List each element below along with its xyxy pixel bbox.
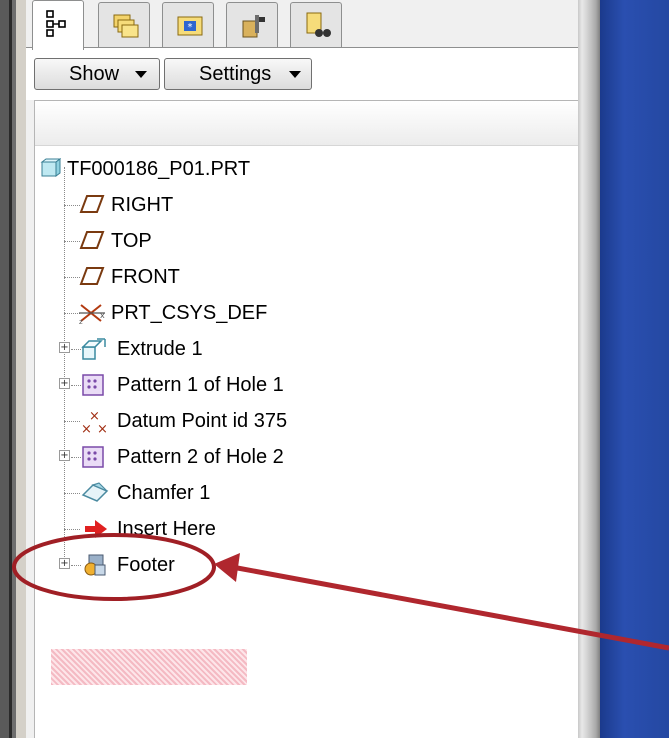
tree-item-csys[interactable]: x z PRT_CSYS_DEF — [35, 297, 435, 329]
show-button[interactable]: Show — [34, 58, 160, 90]
show-button-label: Show — [69, 63, 120, 85]
expand-icon[interactable]: + — [59, 450, 70, 461]
tree-item-insert-here[interactable]: Insert Here — [35, 513, 435, 545]
app-window: * Show Settings TF000186_P01.PRT RIGHT T… — [0, 0, 669, 738]
tree-connector — [71, 565, 81, 566]
navigator-tabs: * — [26, 0, 578, 50]
tree-item-top[interactable]: TOP — [35, 225, 435, 257]
tree-item-label: Pattern 2 of Hole 2 — [117, 446, 284, 468]
tab-folder-browser[interactable]: * — [162, 2, 214, 48]
model-tree: TF000186_P01.PRT RIGHT TOP FRONT x z PRT… — [34, 100, 578, 738]
tree-item-extrude[interactable]: + Extrude 1 — [35, 333, 435, 365]
tree-item-right[interactable]: RIGHT — [35, 189, 435, 221]
insert-arrow-icon — [85, 520, 107, 538]
svg-text:x: x — [100, 311, 105, 320]
selection-highlight — [51, 649, 247, 685]
chamfer-icon — [81, 482, 109, 502]
tree-item-label: FRONT — [111, 266, 180, 288]
expand-icon[interactable]: + — [59, 558, 70, 569]
chevron-down-icon — [135, 71, 147, 78]
binoculars-icon — [306, 12, 331, 37]
expand-icon[interactable]: + — [59, 342, 70, 353]
svg-text:×: × — [81, 422, 92, 435]
part-icon — [40, 158, 61, 177]
tree-root[interactable]: TF000186_P01.PRT — [35, 153, 435, 185]
tree-toolbar: Show Settings — [26, 48, 578, 100]
tree-item-label: RIGHT — [111, 194, 174, 216]
settings-button[interactable]: Settings — [164, 58, 312, 90]
folders-icon — [113, 14, 139, 38]
datum-plane-icon — [79, 195, 105, 213]
tree-item-front[interactable]: FRONT — [35, 261, 435, 293]
tree-item-label: Insert Here — [117, 518, 216, 540]
tree-item-pattern-1[interactable]: + Pattern 1 of Hole 1 — [35, 369, 435, 401]
tree-item-datum-point[interactable]: × × × Datum Point id 375 — [35, 405, 435, 437]
tree-connector — [64, 529, 80, 530]
tree-item-label: Footer — [117, 554, 175, 576]
datum-plane-icon — [79, 231, 105, 249]
tree-item-footer[interactable]: + Footer — [35, 549, 435, 581]
group-icon — [84, 554, 106, 576]
chevron-down-icon — [289, 71, 301, 78]
tree-item-label: Datum Point id 375 — [117, 410, 288, 432]
datum-point-icon: × × × — [81, 409, 108, 435]
tree-connector — [64, 421, 80, 422]
tab-search[interactable] — [290, 2, 342, 48]
tree-item-label: Extrude 1 — [117, 338, 203, 360]
extrude-icon — [81, 338, 106, 360]
tab-model-tree[interactable] — [32, 0, 84, 50]
svg-text:×: × — [97, 422, 108, 435]
window-frame-left — [0, 0, 26, 738]
tree-connector — [71, 385, 81, 386]
tree-item-label: Pattern 1 of Hole 1 — [117, 374, 284, 396]
pattern-icon — [82, 374, 104, 396]
tree-item-label: TOP — [111, 230, 152, 252]
pattern-icon — [82, 446, 104, 468]
tree-connector — [64, 241, 80, 242]
tree-item-label: Chamfer 1 — [117, 482, 211, 504]
tree-connector — [64, 277, 80, 278]
favorite-folder-icon: * — [177, 16, 203, 36]
expand-icon[interactable]: + — [59, 378, 70, 389]
tab-model-player[interactable] — [226, 2, 278, 48]
panel-splitter[interactable] — [578, 0, 600, 738]
tree-connector — [71, 457, 81, 458]
datum-plane-icon — [79, 267, 105, 285]
tree-item-label: PRT_CSYS_DEF — [111, 302, 268, 324]
tree-connector — [64, 205, 80, 206]
model-tree-icon — [46, 10, 66, 37]
tools-icon — [242, 15, 265, 38]
svg-text:z: z — [79, 318, 83, 325]
tree-item-chamfer[interactable]: Chamfer 1 — [35, 477, 435, 509]
settings-button-label: Settings — [199, 63, 272, 85]
tab-layers[interactable] — [98, 2, 150, 48]
tree-column-header — [35, 101, 578, 146]
tree-root-label: TF000186_P01.PRT — [67, 158, 251, 180]
csys-icon: x z — [79, 304, 105, 325]
tree-item-pattern-2[interactable]: + Pattern 2 of Hole 2 — [35, 441, 435, 473]
svg-text:*: * — [188, 22, 193, 33]
graphics-window[interactable] — [600, 0, 669, 738]
tree-connector — [64, 493, 80, 494]
model-tree-panel: * Show Settings TF000186_P01.PRT RIGHT T… — [26, 0, 578, 738]
